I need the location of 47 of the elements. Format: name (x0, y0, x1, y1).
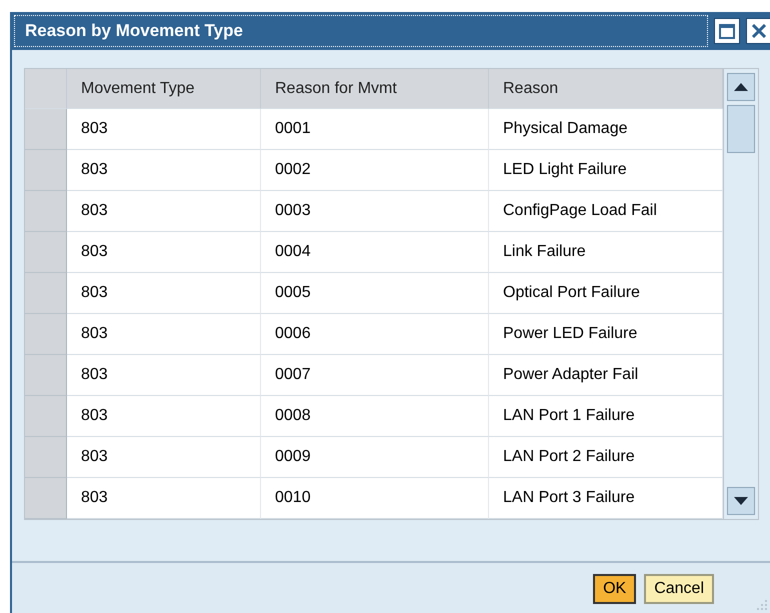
table-cell: 803 (67, 273, 261, 314)
table-cell: 0010 (261, 478, 489, 519)
select-all-corner[interactable] (25, 69, 67, 109)
row-selector[interactable] (25, 396, 67, 437)
table-cell: 803 (67, 355, 261, 396)
table-cell: 0009 (261, 437, 489, 478)
row-selector[interactable] (25, 478, 67, 519)
ok-button[interactable]: OK (593, 574, 636, 604)
row-selector[interactable] (25, 355, 67, 396)
column-header[interactable]: Movement Type (67, 69, 261, 109)
maximize-button[interactable] (714, 18, 740, 44)
table-cell: 803 (67, 109, 261, 150)
resize-grip-icon[interactable] (756, 599, 768, 611)
table-cell: 0005 (261, 273, 489, 314)
row-selector[interactable] (25, 232, 67, 273)
table-cell: 0003 (261, 191, 489, 232)
table-cell: 803 (67, 437, 261, 478)
table-cell: 803 (67, 191, 261, 232)
column-header[interactable]: Reason for Mvmt (261, 69, 489, 109)
window-title: Reason by Movement Type (14, 15, 708, 47)
close-button[interactable] (746, 18, 770, 44)
scroll-up-button[interactable] (727, 73, 755, 101)
table-cell: 0002 (261, 150, 489, 191)
caret-down-icon (734, 497, 748, 505)
table-cell: 803 (67, 232, 261, 273)
table-cell: 0001 (261, 109, 489, 150)
table-cell: 803 (67, 314, 261, 355)
close-icon (752, 24, 766, 38)
row-selector[interactable] (25, 109, 67, 150)
table-cell: 803 (67, 150, 261, 191)
scrollbar-thumb[interactable] (727, 105, 755, 153)
table-cell: 0007 (261, 355, 489, 396)
scroll-down-button[interactable] (727, 487, 755, 515)
row-selector[interactable] (25, 437, 67, 478)
table-cell: 803 (67, 478, 261, 519)
row-selector[interactable] (25, 150, 67, 191)
maximize-icon (719, 24, 735, 38)
row-selector[interactable] (25, 273, 67, 314)
row-selector[interactable] (25, 191, 67, 232)
row-selector[interactable] (25, 314, 67, 355)
table-cell: 0006 (261, 314, 489, 355)
table-cell: 0004 (261, 232, 489, 273)
table-cell: 0008 (261, 396, 489, 437)
table-cell: 803 (67, 396, 261, 437)
column-header[interactable]: Reason (489, 69, 723, 109)
cancel-button[interactable]: Cancel (644, 574, 714, 604)
caret-up-icon (734, 83, 748, 91)
